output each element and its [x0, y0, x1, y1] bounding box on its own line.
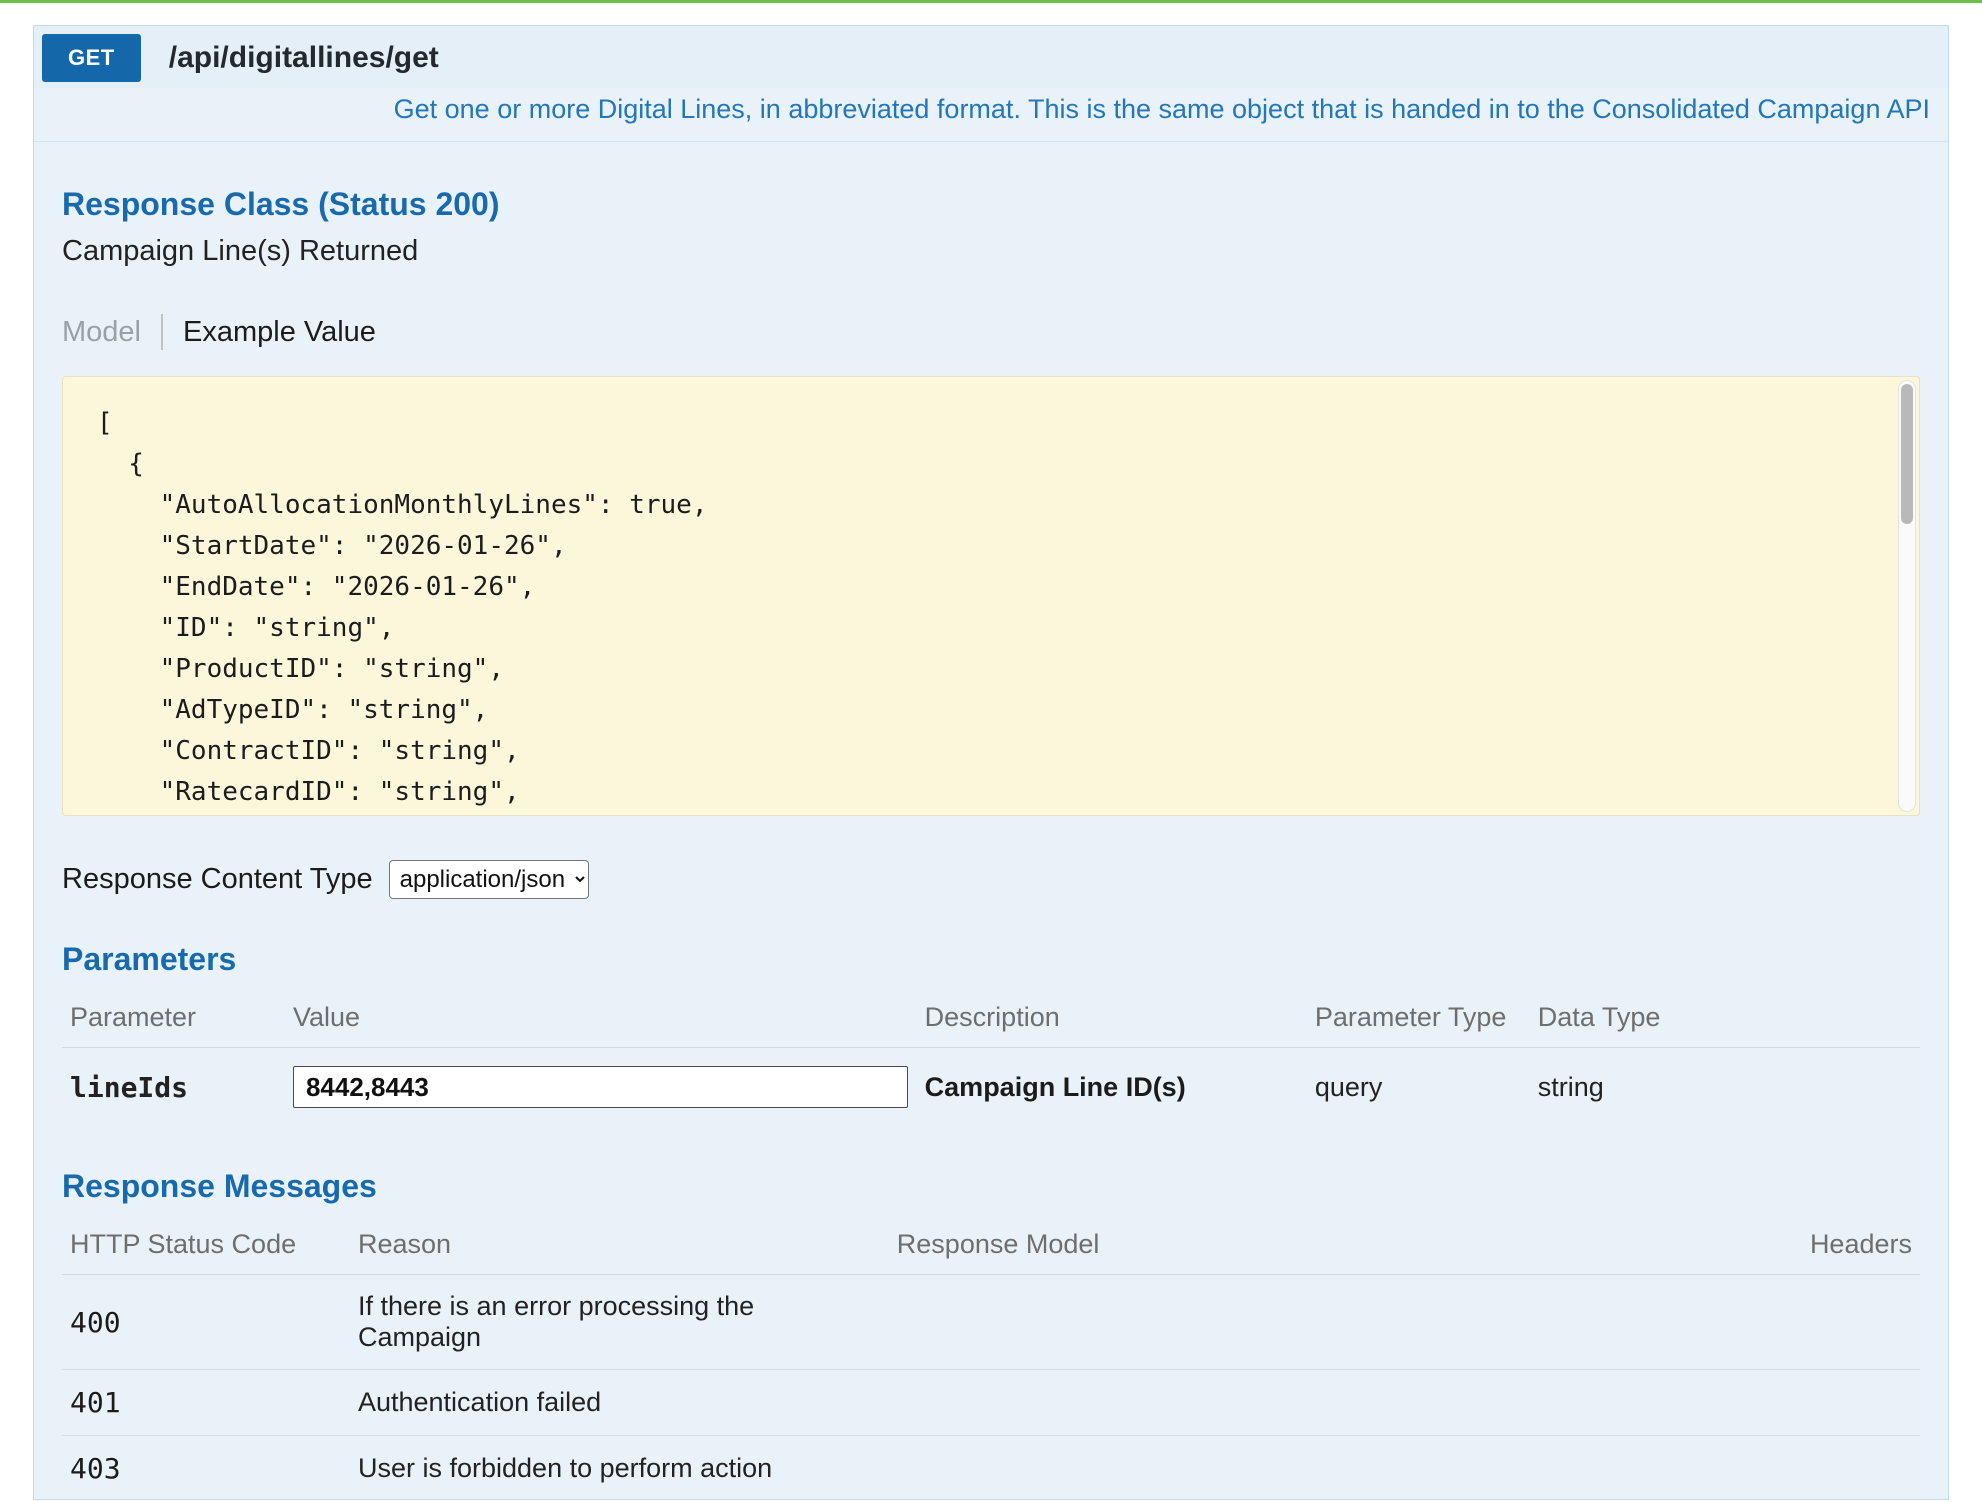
- code-scrollbar[interactable]: [1898, 380, 1916, 812]
- status-response-model: [889, 1275, 1530, 1370]
- example-json-box[interactable]: [ { "AutoAllocationMonthlyLines": true, …: [62, 376, 1920, 816]
- example-json-text: [ { "AutoAllocationMonthlyLines": true, …: [63, 377, 1919, 816]
- code-scrollbar-thumb[interactable]: [1901, 384, 1913, 524]
- tab-example-value[interactable]: Example Value: [183, 316, 376, 349]
- model-example-tabs: Model Example Value: [62, 314, 1920, 350]
- lineids-value-input[interactable]: [293, 1066, 908, 1108]
- parameters-header-row: Parameter Value Description Parameter Ty…: [62, 990, 1920, 1048]
- operation-summary: Get one or more Digital Lines, in abbrev…: [34, 88, 1948, 142]
- operation-content: Response Class (Status 200) Campaign Lin…: [34, 186, 1948, 1500]
- status-response-model: [889, 1436, 1530, 1501]
- parameter-row: lineIds Campaign Line ID(s) query string: [62, 1048, 1920, 1127]
- parameter-description: Campaign Line ID(s): [917, 1048, 1307, 1127]
- status-headers: [1530, 1370, 1920, 1436]
- status-reason: User is forbidden to perform action: [350, 1436, 889, 1501]
- status-headers: [1530, 1275, 1920, 1370]
- parameters-table: Parameter Value Description Parameter Ty…: [62, 990, 1920, 1126]
- top-divider: [0, 0, 1982, 3]
- response-content-type-row: Response Content Type application/json: [62, 860, 1920, 899]
- http-method-badge[interactable]: GET: [42, 34, 141, 82]
- parameter-name: lineIds: [62, 1048, 285, 1127]
- status-code: 400: [62, 1275, 350, 1370]
- response-message-row: 401 Authentication failed: [62, 1370, 1920, 1436]
- col-parameter-type: Parameter Type: [1307, 990, 1530, 1048]
- status-headers: [1530, 1436, 1920, 1501]
- status-reason: Authentication failed: [350, 1370, 889, 1436]
- tab-divider: [161, 314, 163, 350]
- response-content-type-label: Response Content Type: [62, 863, 373, 896]
- api-operation-digitallines-get: GET /api/digitallines/get Get one or mor…: [33, 25, 1949, 1500]
- status-reason: If there is an error processing the Camp…: [350, 1275, 889, 1370]
- response-class-subtitle: Campaign Line(s) Returned: [62, 235, 1920, 268]
- endpoint-path[interactable]: /api/digitallines/get: [169, 41, 439, 75]
- operation-header[interactable]: GET /api/digitallines/get: [34, 26, 1948, 88]
- col-data-type: Data Type: [1530, 990, 1920, 1048]
- parameter-data-type: string: [1530, 1048, 1920, 1127]
- parameters-heading: Parameters: [62, 941, 1920, 978]
- parameter-type: query: [1307, 1048, 1530, 1127]
- status-code: 401: [62, 1370, 350, 1436]
- col-headers: Headers: [1530, 1217, 1920, 1275]
- response-message-row: 400 If there is an error processing the …: [62, 1275, 1920, 1370]
- response-message-row: 403 User is forbidden to perform action: [62, 1436, 1920, 1501]
- response-class-heading: Response Class (Status 200): [62, 186, 1920, 223]
- col-response-model: Response Model: [889, 1217, 1530, 1275]
- status-response-model: [889, 1370, 1530, 1436]
- col-reason: Reason: [350, 1217, 889, 1275]
- response-content-type-select[interactable]: application/json: [389, 860, 589, 899]
- response-messages-table: HTTP Status Code Reason Response Model H…: [62, 1217, 1920, 1500]
- response-messages-heading: Response Messages: [62, 1168, 1920, 1205]
- response-messages-header-row: HTTP Status Code Reason Response Model H…: [62, 1217, 1920, 1275]
- tab-model[interactable]: Model: [62, 316, 141, 349]
- col-description: Description: [917, 990, 1307, 1048]
- status-code: 403: [62, 1436, 350, 1501]
- col-parameter: Parameter: [62, 990, 285, 1048]
- col-http-status-code: HTTP Status Code: [62, 1217, 350, 1275]
- col-value: Value: [285, 990, 917, 1048]
